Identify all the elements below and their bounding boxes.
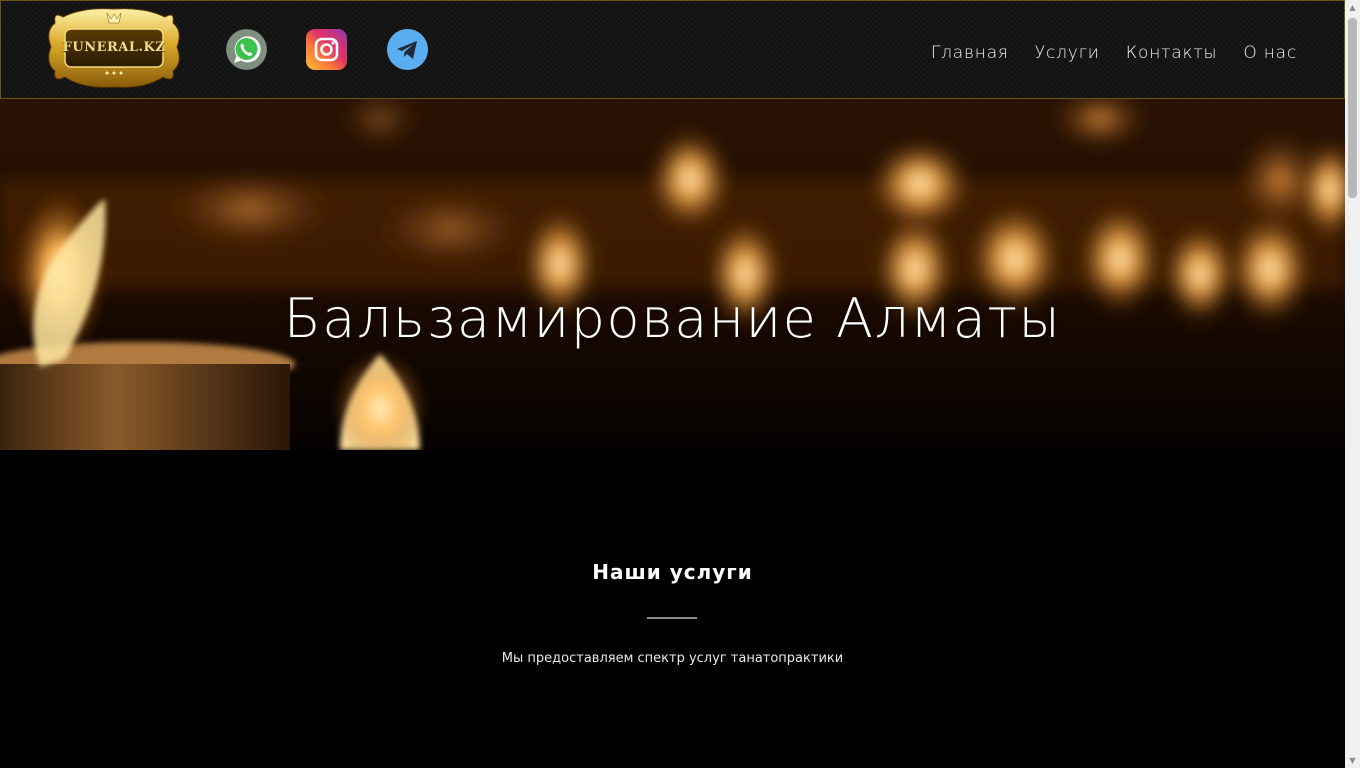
instagram-icon (314, 37, 339, 62)
services-title: Наши услуги (592, 560, 753, 584)
section-divider (647, 617, 697, 619)
hero-title: Бальзамирование Алматы (283, 287, 1062, 350)
telegram-icon (397, 41, 417, 59)
telegram-link[interactable] (387, 29, 428, 70)
scroll-down-arrow-icon[interactable]: ▼ (1345, 753, 1360, 768)
page-scrollbar[interactable]: ▲ ▼ (1345, 0, 1360, 768)
nav-contacts[interactable]: Контакты (1126, 43, 1218, 63)
services-subtitle: Мы предоставляем спектр услуг танатопрак… (501, 651, 844, 666)
scroll-thumb[interactable] (1348, 18, 1357, 198)
main-nav: Главная Услуги Контакты О нас (931, 43, 1297, 63)
candles-background-image (0, 99, 1345, 450)
hero-banner: Бальзамирование Алматы (0, 99, 1345, 450)
whatsapp-icon (226, 29, 267, 70)
page: FUNERAL.KZ Главная Услуги Контакты О нас… (0, 0, 1345, 768)
site-header: FUNERAL.KZ Главная Услуги Контакты О нас (0, 0, 1345, 99)
whatsapp-link[interactable] (226, 29, 267, 70)
logo-text: FUNERAL.KZ (62, 40, 166, 55)
funeral-kz-logo[interactable]: FUNERAL.KZ (43, 3, 185, 91)
scroll-up-arrow-icon[interactable]: ▲ (1345, 0, 1360, 15)
instagram-link[interactable] (306, 29, 347, 70)
nav-home[interactable]: Главная (931, 43, 1009, 63)
nav-services[interactable]: Услуги (1035, 43, 1100, 63)
nav-about[interactable]: О нас (1243, 43, 1297, 63)
